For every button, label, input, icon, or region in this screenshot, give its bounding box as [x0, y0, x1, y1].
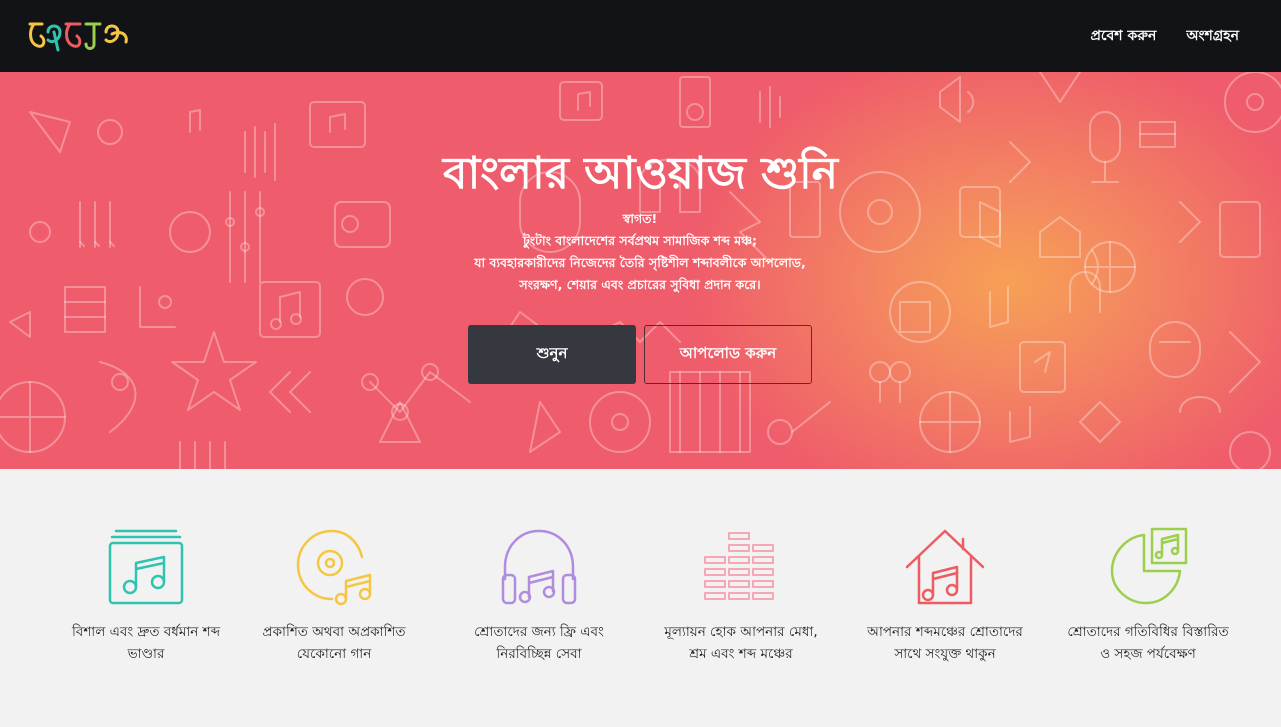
feature-label: আপনার শব্দমঞ্চের শ্রোতাদের সাথে সংযুক্ত … — [867, 624, 1023, 662]
feature-sound-library: বিশাল এবং দ্রুত বর্ধমান শব্দ ভাণ্ডার — [46, 527, 246, 665]
equalizer-icon — [704, 532, 774, 600]
music-library-icon — [108, 529, 184, 605]
navbar: প্রবেশ করুন অংশগ্রহন — [0, 0, 1281, 72]
headphones-icon — [501, 529, 577, 605]
login-link[interactable]: প্রবেশ করুন — [1090, 24, 1156, 48]
hero-banner: বাংলার আওয়াজ শুনি স্বাগত! টুংটাং বাংলাদ… — [0, 72, 1281, 469]
feature-evaluation: মূল্যায়ন হোক আপনার মেধা, শ্রম এবং শব্দ … — [641, 527, 841, 665]
hero-text-line: যা ব্যবহারকারীদের নিজেদের তৈরি সৃষ্টিশীল… — [474, 255, 806, 270]
pie-chart-music-icon — [1110, 527, 1188, 605]
feature-label: শ্রোতাদের জন্য ফ্রি এবং নিরবিচ্ছিন্ন সেব… — [474, 624, 604, 662]
feature-label: প্রকাশিত অথবা অপ্রকাশিত যেকোনো গান — [262, 624, 406, 662]
upload-button[interactable]: আপলোড করুন — [644, 325, 812, 384]
hero-text-line: স্বাগত! — [622, 211, 658, 226]
tungtang-logo-icon — [28, 22, 128, 52]
disc-music-icon — [296, 529, 372, 606]
feature-free-service: শ্রোতাদের জন্য ফ্রি এবং নিরবিচ্ছিন্ন সেব… — [439, 527, 639, 665]
features-section: বিশাল এবং দ্রুত বর্ধমান শব্দ ভাণ্ডার প্র… — [0, 469, 1281, 727]
feature-any-song: প্রকাশিত অথবা অপ্রকাশিত যেকোনো গান — [234, 527, 434, 665]
hero-text-line: সংরক্ষণ, শেয়ার এবং প্রচারের সুবিধা প্রদ… — [519, 277, 761, 292]
feature-label: বিশাল এবং দ্রুত বর্ধমান শব্দ ভাণ্ডার — [71, 624, 221, 662]
feature-stay-connected: আপনার শব্দমঞ্চের শ্রোতাদের সাথে সংযুক্ত … — [845, 527, 1045, 665]
site-logo[interactable] — [24, 10, 136, 60]
nav-links: প্রবেশ করুন অংশগ্রহন — [1090, 24, 1239, 48]
listen-button[interactable]: শুনুন — [468, 325, 636, 384]
hero-text-line: টুংটাং বাংলাদেশের সর্বপ্রথম সামাজিক শব্দ… — [522, 233, 758, 248]
feature-label: মূল্যায়ন হোক আপনার মেধা, শ্রম এবং শব্দ … — [664, 624, 818, 662]
feature-listener-analytics: শ্রোতাদের গতিবিধির বিস্তারিত ও সহজ পর্যব… — [1048, 527, 1248, 665]
home-music-icon — [905, 529, 985, 605]
hero-title: বাংলার আওয়াজ শুনি — [442, 148, 839, 199]
signup-link[interactable]: অংশগ্রহন — [1186, 24, 1239, 48]
feature-label: শ্রোতাদের গতিবিধির বিস্তারিত ও সহজ পর্যব… — [1067, 624, 1229, 662]
hero-description: স্বাগত! টুংটাং বাংলাদেশের সর্বপ্রথম সামা… — [380, 208, 900, 296]
